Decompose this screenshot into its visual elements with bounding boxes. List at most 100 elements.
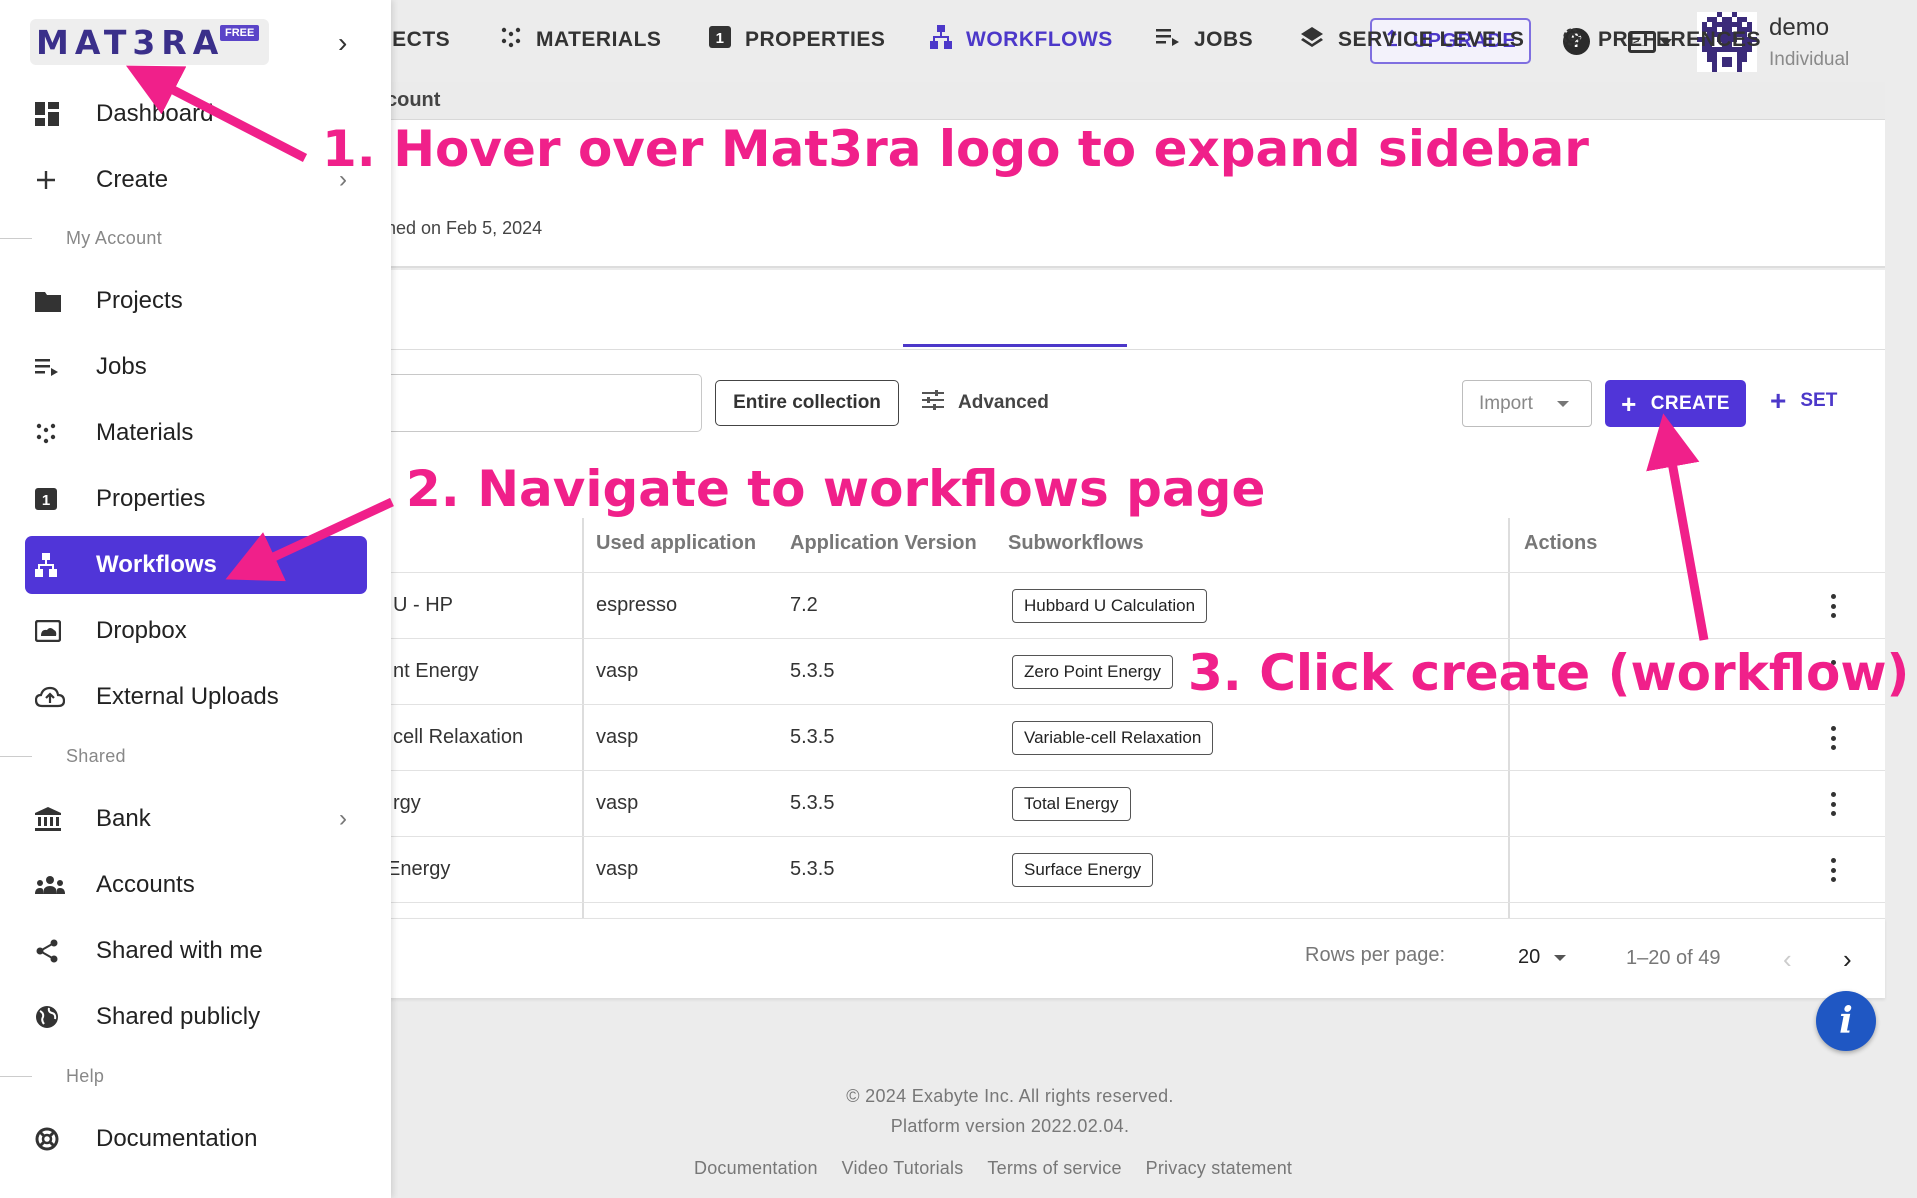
column-header[interactable]: Application Version: [790, 532, 977, 555]
dropbox-icon: [35, 618, 83, 644]
sidebar-item-label: Shared with me: [96, 937, 263, 964]
sidebar-item-bank[interactable]: Bank ›: [25, 790, 367, 848]
joined-date: ned on Feb 5, 2024: [386, 218, 543, 238]
rows-per-page-label: Rows per page:: [1305, 944, 1446, 966]
column-header[interactable]: Used application: [596, 532, 756, 555]
sidebar-item-jobs[interactable]: Jobs: [25, 338, 367, 396]
sidebar-item-create[interactable]: Create ›: [25, 151, 367, 209]
sidebar-item-label: Materials: [96, 419, 194, 446]
sidebar-item-dashboard[interactable]: Dashboard: [25, 85, 367, 143]
advanced-filter-button[interactable]: Advanced: [922, 390, 1049, 416]
subworkflow-chip[interactable]: Hubbard U Calculation: [1012, 589, 1208, 623]
tab-service-levels[interactable]: SERVICE LEVELS: [1300, 0, 1524, 80]
import-select[interactable]: Import: [1462, 380, 1592, 427]
sidebar-item-label: Create: [96, 166, 169, 193]
sidebar-item-label: Bank: [96, 805, 151, 832]
materials-icon: [500, 26, 522, 54]
import-label: Import: [1479, 392, 1533, 414]
footer-link[interactable]: Video Tutorials: [842, 1158, 964, 1179]
breadcrumb: count: [380, 82, 1885, 120]
tab-workflows[interactable]: WORKFLOWS: [930, 0, 1113, 80]
row-divider: [380, 902, 1885, 903]
sidebar-item-workflows[interactable]: Workflows: [25, 536, 367, 594]
row-divider: [380, 836, 1885, 837]
sidebar-item-materials[interactable]: Materials: [25, 404, 367, 462]
mat3ra-logo[interactable]: MAT3RA FREE: [30, 19, 269, 65]
sidebar-item-label: Dropbox: [96, 617, 187, 644]
footer-link[interactable]: Documentation: [694, 1158, 818, 1179]
subworkflow-chip[interactable]: Variable-cell Relaxation: [1012, 721, 1214, 755]
create-set-button[interactable]: + SET: [1770, 387, 1837, 415]
subworkflow-chip[interactable]: Total Energy: [1012, 787, 1131, 821]
chevron-right-icon[interactable]: ›: [338, 27, 347, 59]
tab-preferences[interactable]: PREFERENCES: [1560, 0, 1761, 80]
entire-collection-button[interactable]: Entire collection: [715, 380, 899, 426]
tab-materials[interactable]: MATERIALS: [500, 0, 661, 80]
rows-per-page-select[interactable]: 20: [1518, 946, 1567, 969]
active-tab-indicator: [903, 344, 1127, 347]
account-tabs: [380, 270, 1885, 350]
globe-icon: [35, 1004, 83, 1030]
sidebar: MAT3RA FREE › Dashboard Create › My Acco…: [0, 0, 391, 1198]
info-icon[interactable]: i: [1816, 991, 1876, 1051]
chevron-left-icon[interactable]: ‹: [1783, 944, 1792, 975]
tab-jobs[interactable]: JOBS: [1156, 0, 1253, 80]
workflows-icon: [930, 25, 952, 55]
footer-link[interactable]: Terms of service: [987, 1158, 1121, 1179]
dashboard-icon: [35, 101, 83, 127]
sidebar-item-shared-publicly[interactable]: Shared publicly: [25, 988, 367, 1046]
used-application: espresso: [596, 594, 678, 616]
tab-label: PREFERENCES: [1598, 28, 1762, 51]
tab-label: WORKFLOWS: [966, 28, 1113, 51]
workflow-name[interactable]: nt Energy: [393, 660, 479, 683]
subworkflow-chip[interactable]: Zero Point Energy: [1012, 655, 1174, 689]
workflow-name[interactable]: U - HP: [393, 594, 453, 617]
used-application: vasp: [596, 792, 639, 814]
subworkflow-chip[interactable]: Surface Energy: [1012, 853, 1154, 887]
sidebar-item-dropbox[interactable]: Dropbox: [25, 602, 367, 660]
row-actions-icon[interactable]: [1830, 594, 1836, 618]
sidebar-item-label: Workflows: [96, 551, 217, 578]
used-application: vasp: [596, 726, 639, 748]
workflow-name[interactable]: Energy: [387, 858, 450, 881]
properties-icon: 1: [709, 26, 731, 54]
workflow-name[interactable]: cell Relaxation: [393, 726, 523, 749]
sidebar-item-label: Documentation: [96, 1125, 258, 1152]
column-divider: [1508, 518, 1510, 918]
bank-icon: [35, 806, 83, 832]
divider: [0, 756, 32, 757]
tab-properties[interactable]: 1 PROPERTIES: [709, 0, 885, 80]
search-input[interactable]: [380, 374, 702, 432]
sidebar-item-shared-with-me[interactable]: Shared with me: [25, 922, 367, 980]
user-plan: Individual: [1769, 49, 1850, 70]
application-version: 5.3.5: [790, 660, 835, 682]
application-version: 5.3.5: [790, 726, 835, 748]
create-button[interactable]: + CREATE: [1605, 380, 1746, 427]
row-actions-icon[interactable]: [1830, 858, 1836, 882]
page-range: 1–20 of 49: [1626, 947, 1721, 969]
sidebar-item-label: Projects: [96, 287, 183, 314]
gear-icon: [1560, 25, 1584, 55]
divider: [0, 238, 32, 239]
sidebar-item-properties[interactable]: 1 Properties: [25, 470, 367, 528]
sidebar-item-accounts[interactable]: Accounts: [25, 856, 367, 914]
plus-icon: +: [1621, 388, 1637, 419]
workflow-name[interactable]: rgy: [393, 792, 421, 815]
row-actions-icon[interactable]: [1830, 792, 1836, 816]
application-version: 7.2: [790, 594, 818, 616]
annotation-step-2: 2. Navigate to workflows page: [406, 460, 1266, 518]
column-header[interactable]: Subworkflows: [1008, 532, 1144, 555]
row-actions-icon[interactable]: [1830, 726, 1836, 750]
chevron-right-icon[interactable]: ›: [1843, 944, 1852, 975]
footer-link[interactable]: Privacy statement: [1146, 1158, 1292, 1179]
footer-links: Documentation Video Tutorials Terms of s…: [694, 1158, 1292, 1179]
used-application: vasp: [596, 858, 639, 880]
tune-icon: [922, 390, 944, 416]
sidebar-item-projects[interactable]: Projects: [25, 272, 367, 330]
annotation-step-3: 3. Click create (workflow): [1188, 644, 1910, 702]
sidebar-item-label: External Uploads: [96, 683, 279, 710]
sidebar-item-label: Dashboard: [96, 100, 214, 127]
user-name[interactable]: demo: [1769, 14, 1829, 42]
sidebar-item-documentation[interactable]: Documentation: [25, 1110, 367, 1168]
sidebar-item-external-uploads[interactable]: External Uploads: [25, 668, 367, 726]
